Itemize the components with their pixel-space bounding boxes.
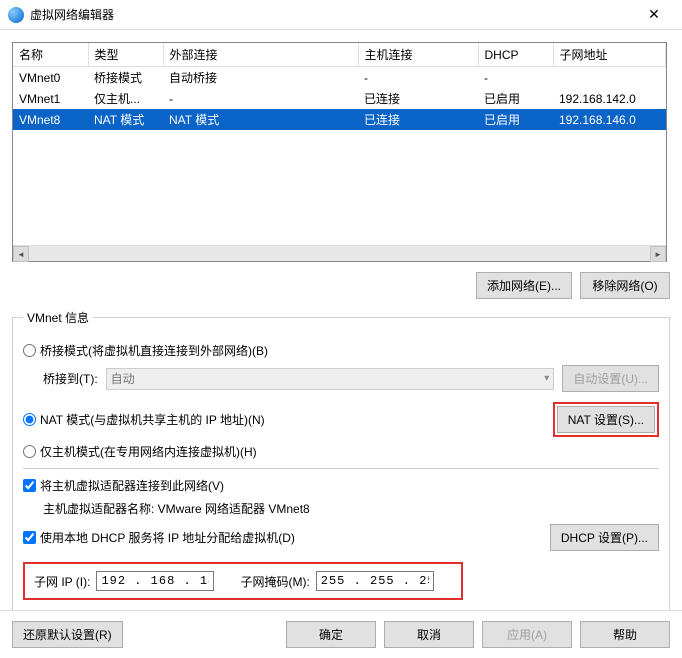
dialog-buttons: 还原默认设置(R) 确定 取消 应用(A) 帮助 (0, 610, 682, 658)
vmnet-info-fieldset: VMnet 信息 桥接模式(将虚拟机直接连接到外部网络)(B) 桥接到(T): … (12, 309, 670, 613)
table-row[interactable]: VMnet8NAT 模式NAT 模式已连接已启用192.168.146.0 (13, 109, 666, 130)
table-row[interactable]: VMnet1仅主机...-已连接已启用192.168.142.0 (13, 88, 666, 109)
horizontal-scrollbar[interactable]: ◄ ► (13, 245, 666, 261)
nat-label: NAT 模式(与虚拟机共享主机的 IP 地址)(N) (40, 411, 265, 428)
col-name[interactable]: 名称 (13, 43, 88, 67)
window-title: 虚拟网络编辑器 (30, 6, 634, 23)
help-button[interactable]: 帮助 (580, 621, 670, 648)
remove-network-button[interactable]: 移除网络(O) (580, 272, 670, 299)
subnet-ip-label: 子网 IP (I): (34, 573, 90, 590)
cancel-button[interactable]: 取消 (384, 621, 474, 648)
subnet-mask-input[interactable] (316, 571, 434, 591)
col-subnet[interactable]: 子网地址 (553, 43, 666, 67)
hostonly-radio[interactable] (23, 445, 36, 458)
network-table: 名称 类型 外部连接 主机连接 DHCP 子网地址 VMnet0桥接模式自动桥接… (12, 42, 667, 262)
connect-adapter-label: 将主机虚拟适配器连接到此网络(V) (40, 477, 224, 494)
subnet-ip-input[interactable] (96, 571, 214, 591)
use-dhcp-checkbox[interactable] (23, 531, 36, 544)
app-icon (8, 7, 24, 23)
use-dhcp-label: 使用本地 DHCP 服务将 IP 地址分配给虚拟机(D) (40, 529, 295, 546)
nat-settings-button[interactable]: NAT 设置(S)... (557, 406, 655, 433)
col-external[interactable]: 外部连接 (163, 43, 358, 67)
close-icon[interactable]: ✕ (634, 1, 674, 29)
nat-radio[interactable] (23, 413, 36, 426)
apply-button: 应用(A) (482, 621, 572, 648)
col-dhcp[interactable]: DHCP (478, 43, 553, 67)
restore-defaults-button[interactable]: 还原默认设置(R) (12, 621, 123, 648)
add-network-button[interactable]: 添加网络(E)... (476, 272, 572, 299)
fieldset-legend: VMnet 信息 (23, 309, 93, 326)
bridged-radio[interactable] (23, 344, 36, 357)
dhcp-settings-button[interactable]: DHCP 设置(P)... (550, 524, 659, 551)
hostonly-label: 仅主机模式(在专用网络内连接虚拟机)(H) (40, 443, 257, 460)
scroll-left-icon[interactable]: ◄ (13, 246, 29, 262)
titlebar: 虚拟网络编辑器 ✕ (0, 0, 682, 30)
col-type[interactable]: 类型 (88, 43, 163, 67)
bridged-to-label: 桥接到(T): (43, 370, 98, 387)
connect-adapter-checkbox[interactable] (23, 479, 36, 492)
col-host[interactable]: 主机连接 (358, 43, 478, 67)
table-header-row: 名称 类型 外部连接 主机连接 DHCP 子网地址 (13, 43, 666, 67)
adapter-name-value: VMware 网络适配器 VMnet8 (158, 502, 310, 516)
auto-settings-button: 自动设置(U)... (562, 365, 659, 392)
ok-button[interactable]: 确定 (286, 621, 376, 648)
bridged-label: 桥接模式(将虚拟机直接连接到外部网络)(B) (40, 342, 268, 359)
scroll-right-icon[interactable]: ► (650, 246, 666, 262)
subnet-mask-label: 子网掩码(M): (240, 573, 309, 590)
adapter-name-label: 主机虚拟适配器名称: (43, 502, 158, 516)
bridged-to-select[interactable]: 自动 (106, 368, 555, 390)
table-row[interactable]: VMnet0桥接模式自动桥接-- (13, 67, 666, 88)
